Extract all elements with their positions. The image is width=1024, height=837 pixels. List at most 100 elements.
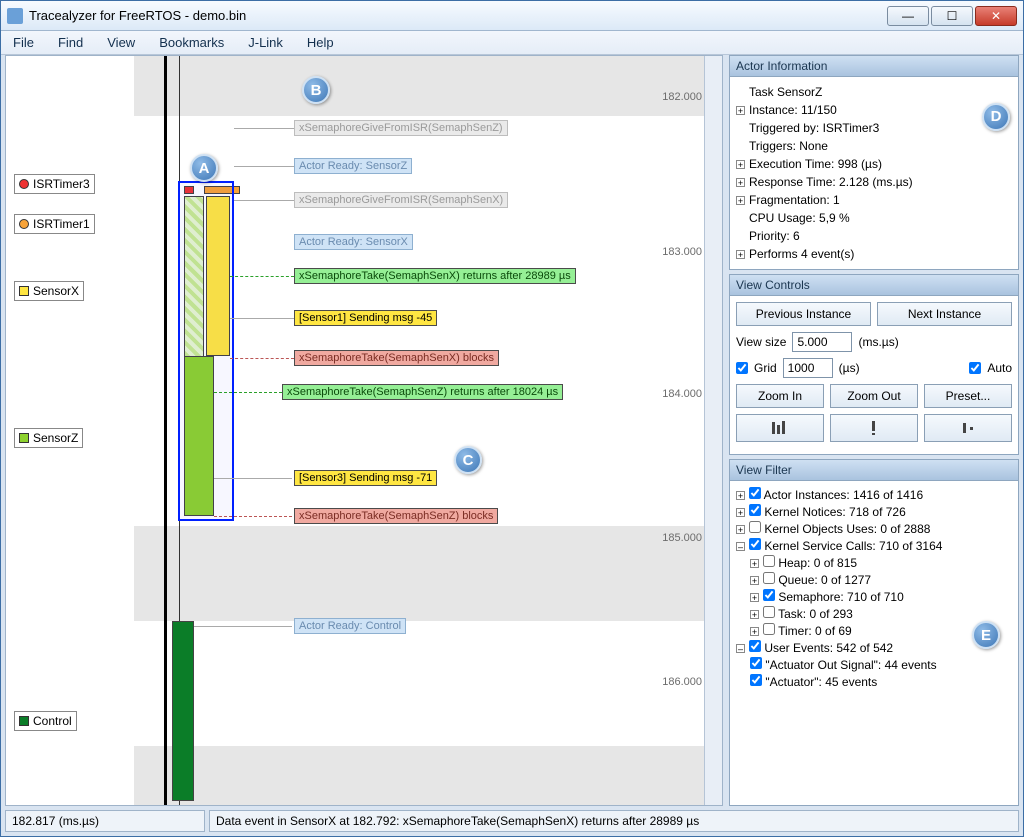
filter-user-events[interactable]: User Events: 542 of 542: [764, 641, 893, 655]
ai-instance[interactable]: Instance: 11/150: [749, 103, 837, 117]
filter-kernel-calls-chk[interactable]: [749, 538, 761, 550]
filter-task-chk[interactable]: [763, 606, 775, 618]
menu-jlink[interactable]: J-Link: [242, 33, 289, 52]
event-sem-take-senz-blk[interactable]: xSemaphoreTake(SemaphSenZ) blocks: [294, 508, 498, 524]
trace-view[interactable]: ISRTimer3 ISRTimer1 SensorX SensorZ Cont…: [5, 55, 723, 806]
menu-bookmarks[interactable]: Bookmarks: [153, 33, 230, 52]
event-sem-take-senx-ret[interactable]: xSemaphoreTake(SemaphSenX) returns after…: [294, 268, 576, 284]
viewsize-label: View size: [736, 335, 786, 349]
filter-kernel-calls[interactable]: Kernel Service Calls: 710 of 3164: [764, 539, 942, 553]
block-control: [172, 621, 194, 801]
filter-kernel-notices-chk[interactable]: [749, 504, 761, 516]
filter-actor-instances[interactable]: Actor Instances: 1416 of 1416: [764, 488, 923, 502]
callout-e: E: [972, 621, 1000, 649]
panel-actor-info: Actor Information Task SensorZ +Instance…: [729, 55, 1019, 270]
filter-semaphore[interactable]: Semaphore: 710 of 710: [778, 590, 903, 604]
event-actor-ready-sensorx[interactable]: Actor Ready: SensorX: [294, 234, 413, 250]
legend-sensorz[interactable]: SensorZ: [14, 428, 83, 448]
menu-bar: File Find View Bookmarks J-Link Help: [1, 31, 1023, 55]
status-time: 182.817 (ms.µs): [5, 810, 205, 832]
filter-timer[interactable]: Timer: 0 of 69: [778, 624, 852, 638]
filter-semaphore-chk[interactable]: [763, 589, 775, 601]
view-filter-header: View Filter: [730, 460, 1018, 481]
panel-view-controls: View Controls Previous Instance Next Ins…: [729, 274, 1019, 455]
ai-triggeredby: Triggered by: ISRTimer3: [749, 121, 879, 135]
auto-label: Auto: [987, 361, 1012, 375]
filter-timer-chk[interactable]: [763, 623, 775, 635]
event-sem-give-senz[interactable]: xSemaphoreGiveFromISR(SemaphSenZ): [294, 120, 508, 136]
filter-user-events-chk[interactable]: [749, 640, 761, 652]
next-instance-button[interactable]: Next Instance: [877, 302, 1012, 326]
ai-resptime[interactable]: Response Time: 2.128 (ms.µs): [749, 175, 913, 189]
grid-checkbox[interactable]: [736, 362, 748, 374]
callout-a: A: [190, 154, 218, 182]
ai-triggers: Triggers: None: [749, 139, 828, 153]
trace-scrollbar[interactable]: [704, 56, 722, 805]
filter-heap-chk[interactable]: [763, 555, 775, 567]
view-mode-1-button[interactable]: [736, 414, 824, 442]
status-bar: 182.817 (ms.µs) Data event in SensorX at…: [5, 810, 1019, 832]
panel-view-filter: View Filter + Actor Instances: 1416 of 1…: [729, 459, 1019, 806]
filter-kernel-objects-chk[interactable]: [749, 521, 761, 533]
filter-task[interactable]: Task: 0 of 293: [778, 607, 853, 621]
ai-fragmentation[interactable]: Fragmentation: 1: [749, 193, 840, 207]
callout-d: D: [982, 103, 1010, 131]
filter-kernel-notices[interactable]: Kernel Notices: 718 of 726: [764, 505, 905, 519]
ai-cpu: CPU Usage: 5,9 %: [749, 211, 850, 225]
actor-legend: ISRTimer3 ISRTimer1 SensorX SensorZ Cont…: [6, 56, 134, 805]
menu-help[interactable]: Help: [301, 33, 340, 52]
filter-queue[interactable]: Queue: 0 of 1277: [778, 573, 871, 587]
grid-unit: (µs): [839, 361, 860, 375]
close-button[interactable]: ✕: [975, 6, 1017, 26]
menu-file[interactable]: File: [7, 33, 40, 52]
filter-actuator-chk[interactable]: [750, 674, 762, 686]
zoom-out-button[interactable]: Zoom Out: [830, 384, 918, 408]
event-sem-give-senx[interactable]: xSemaphoreGiveFromISR(SemaphSenX): [294, 192, 508, 208]
callout-c: C: [454, 446, 482, 474]
filter-actuator[interactable]: "Actuator": 45 events: [765, 675, 877, 689]
titlebar[interactable]: Tracealyzer for FreeRTOS - demo.bin — ☐ …: [1, 1, 1023, 31]
status-event: Data event in SensorX at 182.792: xSemap…: [209, 810, 1019, 832]
ai-priority: Priority: 6: [749, 229, 800, 243]
grid-label: Grid: [754, 361, 777, 375]
menu-view[interactable]: View: [101, 33, 141, 52]
legend-isrtimer3[interactable]: ISRTimer3: [14, 174, 95, 194]
legend-control[interactable]: Control: [14, 711, 77, 731]
legend-sensorx[interactable]: SensorX: [14, 281, 84, 301]
legend-isrtimer1[interactable]: ISRTimer1: [14, 214, 95, 234]
view-mode-3-button[interactable]: [924, 414, 1012, 442]
event-sem-take-senx-blk[interactable]: xSemaphoreTake(SemaphSenX) blocks: [294, 350, 499, 366]
filter-actuator-out[interactable]: "Actuator Out Signal": 44 events: [765, 658, 936, 672]
filter-actuator-out-chk[interactable]: [750, 657, 762, 669]
filter-queue-chk[interactable]: [763, 572, 775, 584]
app-icon: [7, 8, 23, 24]
zoom-in-button[interactable]: Zoom In: [736, 384, 824, 408]
viewsize-unit: (ms.µs): [858, 335, 898, 349]
app-window: Tracealyzer for FreeRTOS - demo.bin — ☐ …: [0, 0, 1024, 837]
auto-checkbox[interactable]: [969, 362, 981, 374]
ai-events[interactable]: Performs 4 event(s): [749, 247, 854, 261]
event-actor-ready-control[interactable]: Actor Ready: Control: [294, 618, 406, 634]
viewsize-input[interactable]: [792, 332, 852, 352]
filter-heap[interactable]: Heap: 0 of 815: [778, 556, 857, 570]
grid-input[interactable]: [783, 358, 833, 378]
menu-find[interactable]: Find: [52, 33, 89, 52]
ai-task: Task SensorZ: [749, 85, 822, 99]
event-sem-take-senz-ret[interactable]: xSemaphoreTake(SemaphSenZ) returns after…: [282, 384, 563, 400]
filter-kernel-objects[interactable]: Kernel Objects Uses: 0 of 2888: [764, 522, 930, 536]
event-sensor3-msg[interactable]: [Sensor3] Sending msg -71: [294, 470, 437, 486]
minimize-button[interactable]: —: [887, 6, 929, 26]
preset-button[interactable]: Preset...: [924, 384, 1012, 408]
view-mode-2-button[interactable]: [830, 414, 918, 442]
callout-b: B: [302, 76, 330, 104]
actor-info-header: Actor Information: [730, 56, 1018, 77]
ai-exectime[interactable]: Execution Time: 998 (µs): [749, 157, 882, 171]
time-axis: 182.000 183.000 184.000 185.000 186.000: [654, 56, 704, 805]
window-title: Tracealyzer for FreeRTOS - demo.bin: [29, 8, 887, 23]
maximize-button[interactable]: ☐: [931, 6, 973, 26]
filter-actor-instances-chk[interactable]: [749, 487, 761, 499]
prev-instance-button[interactable]: Previous Instance: [736, 302, 871, 326]
event-actor-ready-sensorz[interactable]: Actor Ready: SensorZ: [294, 158, 412, 174]
timeline-canvas[interactable]: 182.000 183.000 184.000 185.000 186.000: [134, 56, 704, 805]
event-sensor1-msg[interactable]: [Sensor1] Sending msg -45: [294, 310, 437, 326]
